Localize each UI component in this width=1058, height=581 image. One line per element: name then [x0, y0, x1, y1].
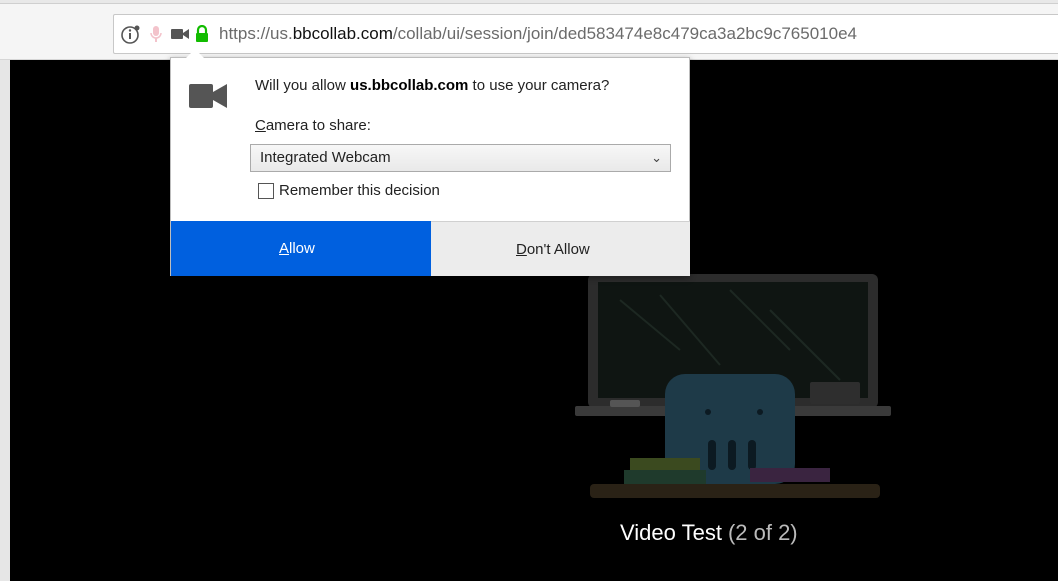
question-suffix: to use your camera? [468, 77, 610, 94]
camera-icon[interactable] [170, 23, 190, 45]
camera-to-share-label: Camera to share: [255, 117, 371, 134]
classroom-illustration [570, 270, 910, 510]
allow-button[interactable]: Allow [171, 221, 431, 276]
camera-icon [189, 80, 229, 112]
url-path: /collab/ui/session/join/ded583474e8c479c… [392, 24, 857, 43]
browser-toolbar: https://us.bbcollab.com/collab/ui/sessio… [0, 4, 1058, 60]
lock-icon[interactable] [193, 23, 211, 45]
allow-label-rest: llow [289, 240, 315, 257]
video-test-label: Video Test [620, 520, 722, 545]
dont-allow-button[interactable]: Don't Allow [431, 221, 690, 276]
video-test-title: Video Test (2 of 2) [620, 520, 798, 546]
permission-question: Will you allow us.bbcollab.com to use yo… [255, 77, 609, 94]
remember-checkbox[interactable] [258, 182, 274, 199]
url-prefix: https://us. [219, 24, 293, 43]
url-host: bbcollab.com [292, 24, 393, 43]
selected-camera: Integrated Webcam [260, 149, 391, 166]
page-left-edge [0, 60, 10, 581]
address-bar[interactable]: https://us.bbcollab.com/collab/ui/sessio… [113, 14, 1058, 54]
popup-arrow [186, 49, 204, 58]
video-test-progress: (2 of 2) [727, 520, 798, 545]
question-host: us.bbcollab.com [350, 77, 469, 94]
camera-label-accesskey: C [255, 117, 266, 134]
deny-label-rest: on't Allow [526, 240, 590, 258]
camera-permission-popup: Will you allow us.bbcollab.com to use yo… [170, 57, 690, 276]
microphone-icon[interactable] [148, 23, 164, 45]
remember-label: Remember this decision [279, 182, 440, 199]
url-text[interactable]: https://us.bbcollab.com/collab/ui/sessio… [219, 24, 857, 44]
allow-accesskey: A [279, 240, 290, 257]
chevron-down-icon: ⌄ [651, 150, 662, 165]
camera-label-rest: amera to share: [265, 117, 371, 134]
deny-accesskey: D [516, 240, 527, 258]
camera-select[interactable]: Integrated Webcam ⌄ [250, 144, 671, 172]
remember-decision[interactable]: Remember this decision [258, 182, 440, 199]
question-prefix: Will you allow [255, 77, 351, 94]
info-icon[interactable] [120, 23, 142, 45]
